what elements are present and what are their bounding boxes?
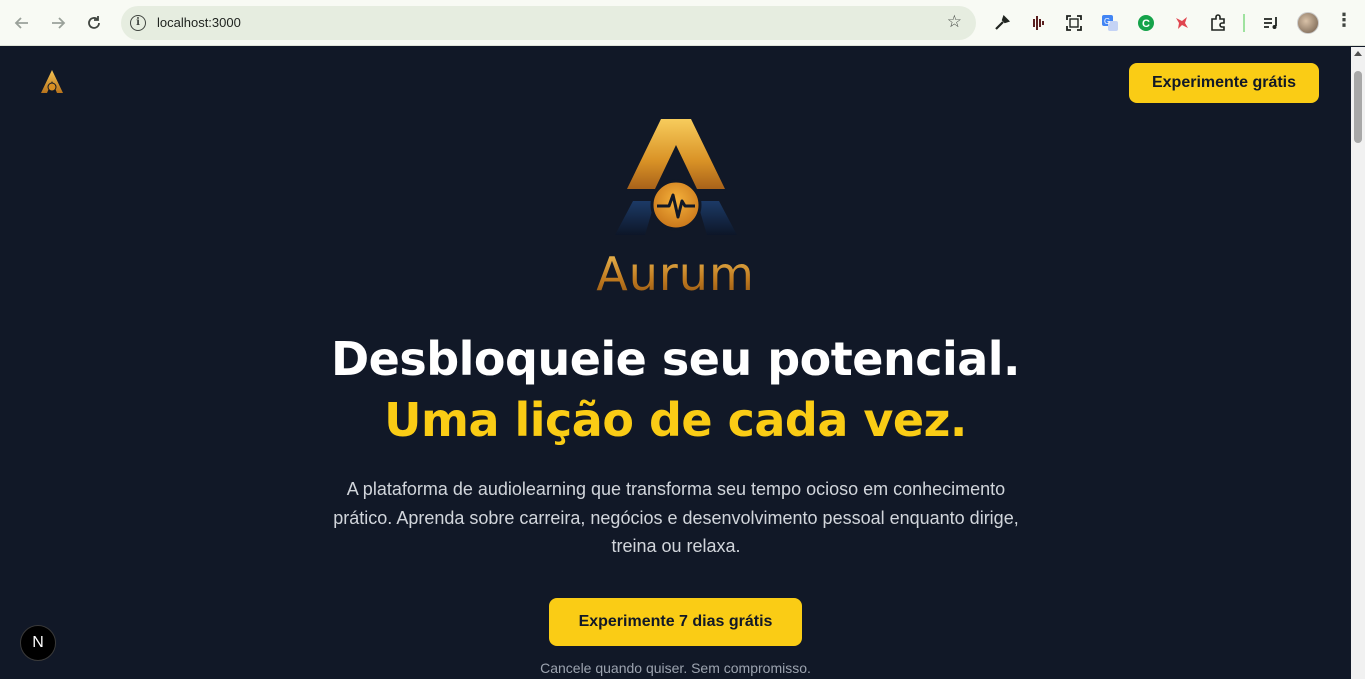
hero-subtitle: A plataforma de audiolearning que transf… <box>333 479 1019 556</box>
puzzle-icon[interactable] <box>1208 13 1228 33</box>
arrow-right-icon <box>52 17 66 29</box>
aurum-logo-small[interactable] <box>40 69 64 95</box>
url-text: localhost:3000 <box>157 15 241 30</box>
browser-toolbar: i localhost:3000 ☆ G C ⋮ <box>0 0 1365 46</box>
forward-button[interactable] <box>45 10 71 36</box>
hero-cta-button[interactable]: Experimente 7 dias grátis <box>549 598 802 646</box>
reload-button[interactable] <box>81 10 107 36</box>
screenshot-icon[interactable] <box>1064 13 1084 33</box>
svg-text:C: C <box>1142 18 1150 30</box>
hero-headline-accent: Uma lição de cada vez. <box>384 393 967 447</box>
back-button[interactable] <box>9 10 35 36</box>
grammar-icon[interactable]: C <box>1136 13 1156 33</box>
arrow-left-icon <box>14 17 28 29</box>
reload-icon <box>88 16 100 29</box>
media-icon[interactable] <box>1261 13 1281 33</box>
profile-avatar[interactable] <box>1297 12 1319 34</box>
scroll-thumb[interactable] <box>1354 71 1362 143</box>
brand-name: Aurum <box>0 247 1351 301</box>
translate-icon[interactable]: G <box>1100 13 1120 33</box>
hero-headline: Desbloqueie seu potencial. <box>330 332 1021 386</box>
svg-text:G: G <box>1104 17 1110 26</box>
kebab-icon[interactable]: ⋮ <box>1334 10 1354 36</box>
scroll-up-icon[interactable] <box>1354 51 1362 56</box>
landing-page: Experimente grátis Aurum Desbloqueie seu… <box>0 47 1351 679</box>
site-info-icon[interactable]: i <box>130 15 146 31</box>
nextjs-dev-badge[interactable]: N <box>20 625 56 661</box>
eyedropper-icon[interactable] <box>992 13 1012 33</box>
page-scrollbar[interactable] <box>1351 47 1365 679</box>
cancel-note: Cancele quando quiser. Sem compromisso. <box>540 660 811 676</box>
audio-wave-icon[interactable] <box>1028 13 1048 33</box>
toolbar-divider <box>1243 14 1245 32</box>
header-cta-button[interactable]: Experimente grátis <box>1129 63 1319 103</box>
bird-icon[interactable] <box>1172 13 1192 33</box>
address-bar[interactable]: i localhost:3000 ☆ <box>121 6 976 40</box>
star-icon[interactable]: ☆ <box>947 12 962 32</box>
